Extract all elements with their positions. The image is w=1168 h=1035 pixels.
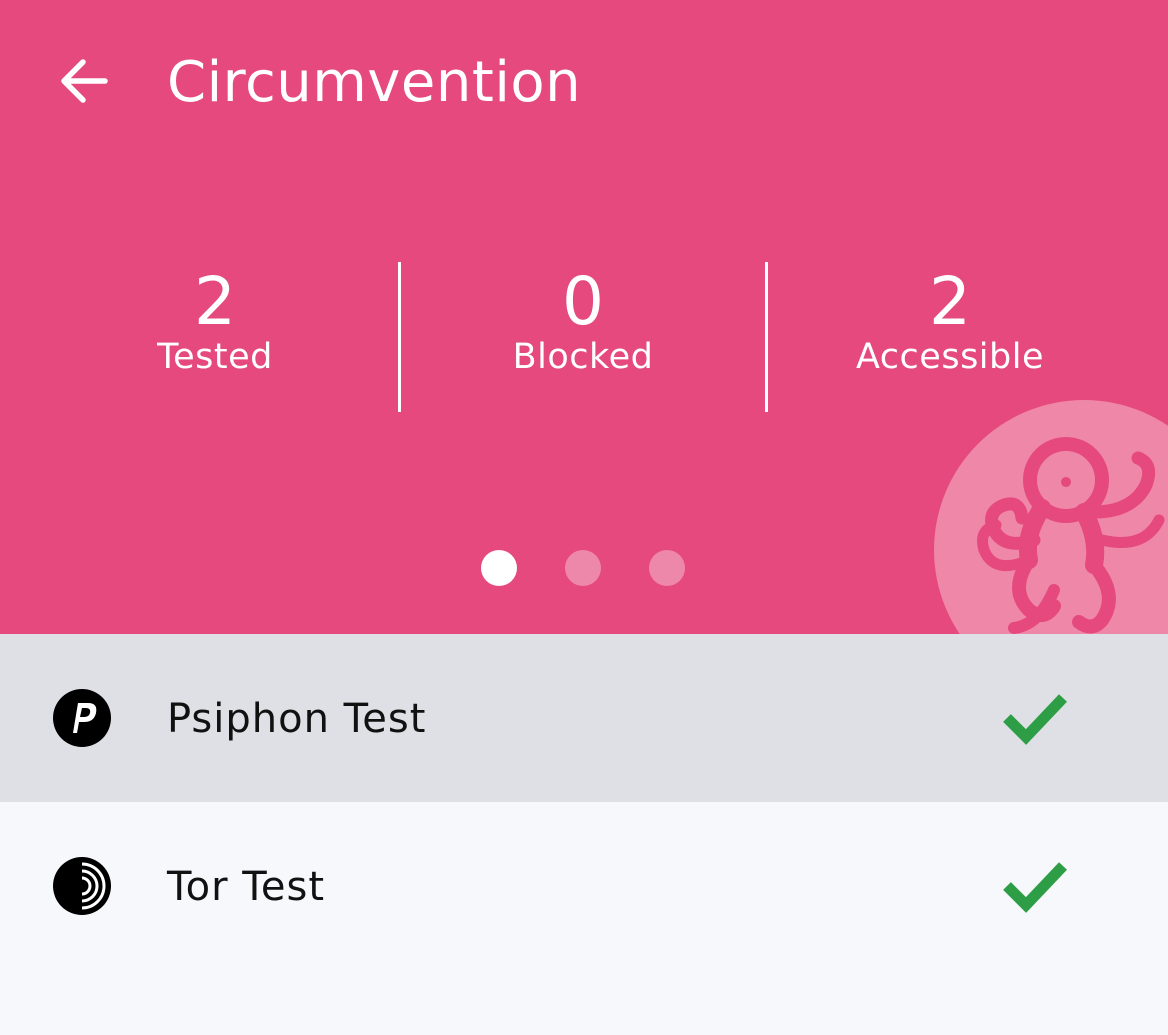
stat-tested-value: 2: [194, 263, 236, 340]
stat-blocked-label: Blocked: [512, 337, 654, 377]
stat-tested-label: Tested: [157, 337, 273, 377]
test-row-tor[interactable]: Tor Test: [0, 802, 1168, 970]
test-row-psiphon[interactable]: Psiphon Test: [0, 634, 1168, 802]
stat-blocked: 0 Blocked: [400, 262, 766, 379]
stat-accessible: 2 Accessible: [767, 262, 1133, 379]
checkmark-icon: [1003, 694, 1067, 745]
octopus-mascot-icon: [934, 400, 1168, 634]
pager-dot-2[interactable]: [565, 550, 601, 586]
back-button[interactable]: [48, 46, 118, 116]
header: Circumvention 2 Tested 0 Blocked 2 Acces…: [0, 0, 1168, 634]
checkmark-icon: [1003, 862, 1067, 913]
arrow-back-icon: [61, 59, 108, 103]
pager-dot-1[interactable]: [481, 550, 517, 586]
psiphon-icon: [53, 689, 111, 747]
stat-blocked-value: 0: [562, 263, 604, 340]
stat-accessible-value: 2: [929, 263, 971, 340]
stat-accessible-label: Accessible: [855, 337, 1044, 377]
test-name: Psiphon Test: [167, 696, 427, 742]
stat-tested: 2 Tested: [32, 262, 398, 379]
pager-dot-3[interactable]: [649, 550, 685, 586]
test-name: Tor Test: [167, 864, 326, 910]
page-title: Circumvention: [167, 50, 582, 115]
tor-icon: [53, 857, 111, 915]
